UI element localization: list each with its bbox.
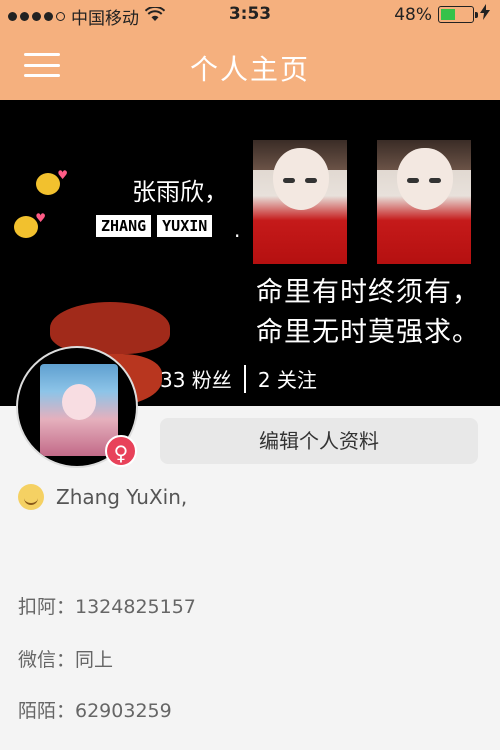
cover-name-chinese: 张雨欣， xyxy=(132,178,228,206)
stats-divider xyxy=(243,364,246,393)
battery-icon xyxy=(438,6,478,23)
momo-contact: 陌陌：62903259 xyxy=(18,700,172,722)
wechat-contact: 微信：同上 xyxy=(18,649,114,671)
followers-count[interactable]: 33 粉丝 xyxy=(160,364,232,393)
following-count[interactable]: 2 关注 xyxy=(258,364,317,393)
blushing-emoji-icon: ♥ xyxy=(36,168,68,195)
cover-photo xyxy=(253,140,347,264)
name-tag: ZHANG xyxy=(96,215,152,237)
female-gender-icon: ♀ xyxy=(105,435,137,467)
smile-icon xyxy=(18,484,44,510)
cover-quote-line: 命里有时终须有， xyxy=(256,277,480,308)
profile-bio: Zhang YuXin, xyxy=(18,484,187,510)
cover-photo xyxy=(377,140,471,264)
blushing-emoji-icon: ♥ xyxy=(14,211,46,238)
follow-stats: 33 粉丝 2 关注 xyxy=(160,364,317,393)
qq-contact: 扣阿：1324825157 xyxy=(18,596,196,618)
charging-icon xyxy=(480,4,490,25)
name-tag: YUXIN xyxy=(157,215,213,237)
bio-text: Zhang YuXin, xyxy=(56,485,188,509)
page-title: 个人主页 xyxy=(189,53,310,86)
cover-quote-line: 命里无时莫强求。 xyxy=(256,317,480,348)
nav-bar: 个人主页 xyxy=(0,30,500,100)
battery-status: 48% xyxy=(394,4,490,25)
edit-profile-button[interactable]: 编辑个人资料 xyxy=(160,418,478,464)
status-bar: 中国移动 3:53 48% xyxy=(0,0,500,30)
cover-punctuation: . xyxy=(234,218,241,242)
battery-percent: 48% xyxy=(394,4,432,25)
cover-name-english: ZHANG YUXIN xyxy=(96,215,213,237)
